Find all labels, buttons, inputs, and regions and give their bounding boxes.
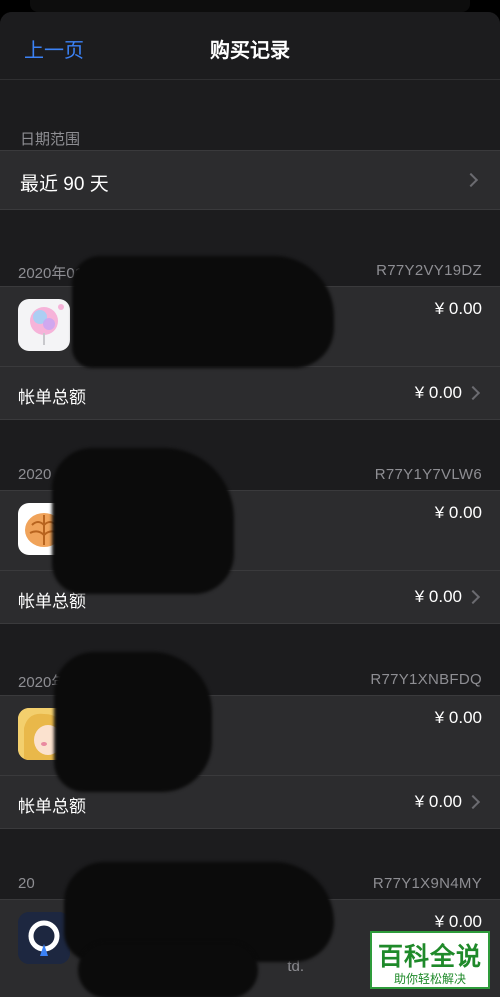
- item-price: ¥ 0.00: [434, 912, 482, 931]
- order-date: 2020: [18, 466, 52, 483]
- order-id: R77Y1X9N4MY: [372, 875, 482, 892]
- chevron-right-icon: [465, 794, 481, 810]
- bill-total-value: ¥ 0.00: [414, 587, 462, 606]
- item-price: ¥ 0.00: [434, 503, 482, 522]
- redaction-mark: [72, 256, 334, 368]
- bill-total-label: 帐单总额: [18, 797, 86, 816]
- item-price: ¥ 0.00: [434, 299, 482, 318]
- item-price: ¥ 0.00: [434, 708, 482, 727]
- bill-total-value: ¥ 0.00: [414, 792, 462, 811]
- watermark-title: 百科全说: [377, 943, 482, 971]
- cotton-candy-app-icon: [18, 299, 70, 351]
- date-range-section-header: 日期范围: [20, 131, 81, 148]
- sheet-top-gap: [0, 0, 500, 12]
- bill-total-label: 帐单总额: [18, 388, 86, 407]
- chevron-right-icon: [463, 172, 479, 188]
- bill-total-row[interactable]: 帐单总额 ¥ 0.00: [0, 366, 500, 420]
- redaction-mark: [52, 448, 234, 594]
- bill-total-value: ¥ 0.00: [414, 383, 462, 402]
- order-id: R77Y1XNBFDQ: [370, 671, 482, 688]
- watermark-subtitle: 助你轻松解决: [393, 972, 466, 986]
- order-id: R77Y1Y7VLW6: [374, 466, 482, 483]
- navigation-bar: 上一页 购买记录: [0, 12, 500, 80]
- purchase-history-sheet: 上一页 购买记录 日期范围 最近 90 天 2020年01月19日 R77Y2V…: [0, 12, 500, 997]
- chevron-right-icon: [465, 589, 481, 605]
- redaction-mark: [54, 652, 212, 792]
- date-range-value: 最近 90 天: [20, 174, 109, 195]
- redaction-mark: [78, 942, 258, 997]
- order-date: 20: [18, 875, 35, 892]
- drop-logo-app-icon: [18, 912, 70, 964]
- order-id: R77Y2VY19DZ: [376, 262, 482, 279]
- page-title: 购买记录: [210, 40, 290, 62]
- chevron-right-icon: [465, 385, 481, 401]
- date-range-row[interactable]: 最近 90 天: [0, 150, 500, 210]
- watermark-logo: 百科全说 助你轻松解决: [370, 931, 490, 989]
